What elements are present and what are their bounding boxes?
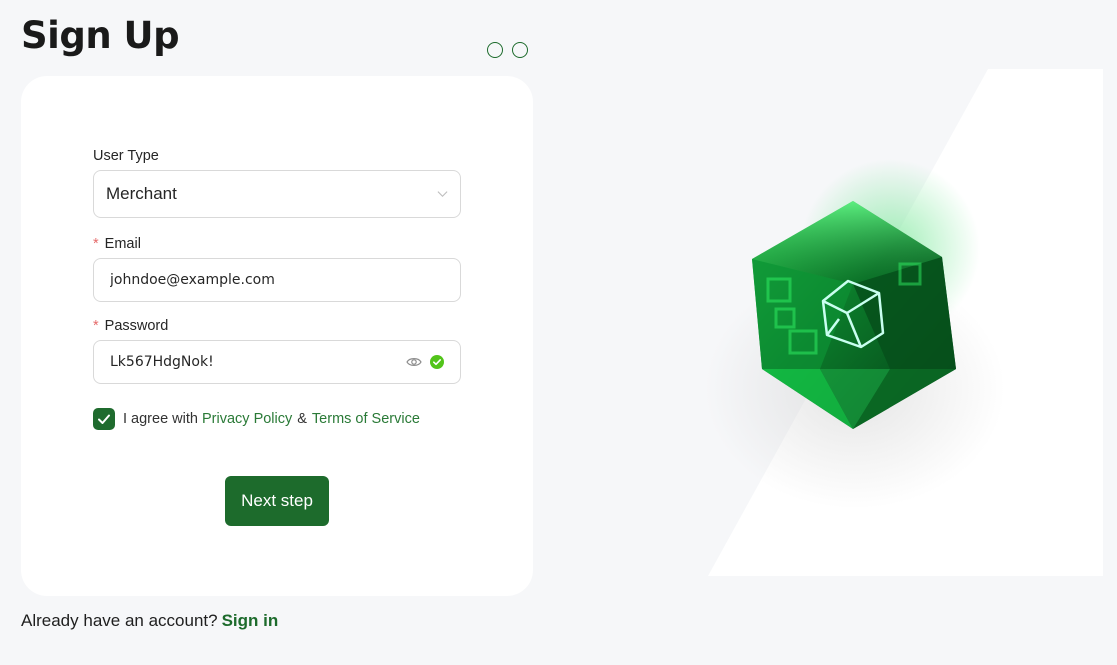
email-input[interactable] bbox=[94, 259, 460, 301]
eye-icon[interactable] bbox=[406, 355, 422, 369]
agreement-row: I agree with Privacy Policy & Terms of Ser… bbox=[93, 408, 461, 430]
hero-illustration bbox=[705, 69, 1103, 576]
check-circle-icon bbox=[430, 355, 444, 369]
step-dot-1 bbox=[487, 42, 503, 58]
email-label-text: Email bbox=[104, 236, 141, 252]
checkmark-icon bbox=[98, 414, 110, 424]
agree-text: I agree with bbox=[123, 411, 198, 427]
step-indicator bbox=[487, 42, 528, 58]
chevron-down-icon bbox=[437, 191, 448, 198]
required-mark: * bbox=[93, 236, 99, 252]
user-type-label: User Type bbox=[93, 148, 159, 164]
signin-prompt: Already have an account? Sign in bbox=[21, 611, 278, 631]
password-label-text: Password bbox=[104, 318, 169, 334]
email-field-wrapper bbox=[93, 258, 461, 302]
privacy-policy-link[interactable]: Privacy Policy bbox=[202, 411, 292, 427]
required-mark: * bbox=[93, 318, 99, 334]
signup-card: User Type Merchant * Email * Password bbox=[21, 76, 533, 596]
page-title: Sign Up bbox=[21, 14, 180, 57]
user-type-value: Merchant bbox=[106, 184, 177, 203]
step-dot-2 bbox=[512, 42, 528, 58]
password-field-wrapper bbox=[93, 340, 461, 384]
user-type-select[interactable]: Merchant bbox=[93, 170, 461, 218]
terms-of-service-link[interactable]: Terms of Service bbox=[312, 411, 420, 427]
signin-prompt-text: Already have an account? bbox=[21, 611, 218, 630]
agree-separator: & bbox=[297, 411, 307, 427]
email-label: * Email bbox=[93, 236, 461, 252]
signup-form: User Type Merchant * Email * Password bbox=[93, 148, 461, 430]
sign-in-link[interactable]: Sign in bbox=[222, 611, 279, 630]
password-label: * Password bbox=[93, 318, 461, 334]
next-step-button[interactable]: Next step bbox=[225, 476, 329, 526]
agree-checkbox[interactable] bbox=[93, 408, 115, 430]
